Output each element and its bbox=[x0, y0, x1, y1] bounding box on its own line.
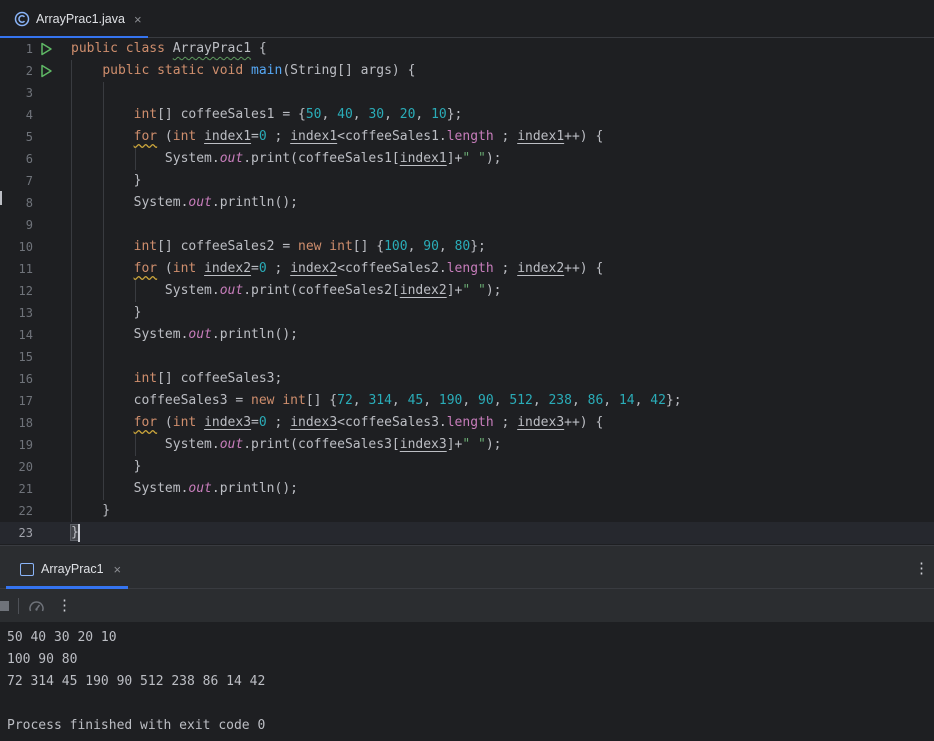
code-text: int[] coffeeSales2 = new int[] {100, 90,… bbox=[133, 239, 486, 254]
console-icon bbox=[20, 562, 34, 576]
run-class-icon[interactable] bbox=[39, 42, 53, 56]
line-number: 3 bbox=[25, 86, 33, 100]
code-text: } bbox=[71, 503, 111, 518]
code-text: System.out.print(coffeeSales1[index1]+" … bbox=[71, 151, 502, 166]
run-main-icon[interactable] bbox=[39, 64, 53, 78]
code-line: 1 public class ArrayPrac1 { bbox=[0, 38, 934, 60]
code-text: int[] coffeeSales1 = {50, 40, 30, 20, 10… bbox=[133, 107, 463, 122]
code-text: System.out.println(); bbox=[71, 327, 298, 342]
line-number: 8 bbox=[25, 196, 33, 210]
code-line: 9 bbox=[0, 214, 934, 236]
line-number: 23 bbox=[18, 526, 33, 540]
code-text: public static void main(String[] args) { bbox=[102, 63, 416, 78]
code-text: } bbox=[71, 173, 142, 188]
code-line: 15 bbox=[0, 346, 934, 368]
java-class-icon bbox=[14, 11, 30, 27]
console-exit-status: Process finished with exit code 0 bbox=[7, 718, 266, 733]
code-line: 17 coffeeSales3 = new int[] {72, 314, 45… bbox=[0, 390, 934, 412]
code-line: 20 } bbox=[0, 456, 934, 478]
code-line: 14 System.out.println(); bbox=[0, 324, 934, 346]
code-line: 21 System.out.println(); bbox=[0, 478, 934, 500]
code-text: public class ArrayPrac1 { bbox=[71, 41, 267, 56]
line-number: 15 bbox=[18, 350, 33, 364]
code-line: 7 } bbox=[0, 170, 934, 192]
code-line: 19 System.out.print(coffeeSales3[index3]… bbox=[0, 434, 934, 456]
line-number: 20 bbox=[18, 460, 33, 474]
line-number: 4 bbox=[25, 108, 33, 122]
editor-tab-arrayprac1-java[interactable]: ArrayPrac1.java × bbox=[0, 0, 148, 39]
editor-tab-bar: ArrayPrac1.java × bbox=[0, 0, 934, 39]
run-tab-label: ArrayPrac1 bbox=[41, 562, 104, 576]
line-number: 5 bbox=[25, 130, 33, 144]
code-line: 2 public static void main(String[] args)… bbox=[0, 60, 934, 82]
close-run-tab-icon[interactable]: × bbox=[114, 562, 122, 577]
code-line: 18 for (int index3=0 ; index3<coffeeSale… bbox=[0, 412, 934, 434]
close-tab-icon[interactable]: × bbox=[134, 12, 142, 27]
toolbar-more-icon[interactable]: ⋮ bbox=[57, 596, 72, 614]
code-text: System.out.print(coffeeSales3[index3]+" … bbox=[71, 437, 502, 452]
code-text: for (int index3=0 ; index3<coffeeSales3.… bbox=[133, 415, 604, 430]
code-text: System.out.print(coffeeSales2[index2]+" … bbox=[71, 283, 502, 298]
code-line: 13 } bbox=[0, 302, 934, 324]
line-number: 21 bbox=[18, 482, 33, 496]
console-line: 72 314 45 190 90 512 238 86 14 42 bbox=[7, 674, 266, 689]
code-line: 12 System.out.print(coffeeSales2[index2]… bbox=[0, 280, 934, 302]
console-line: 100 90 80 bbox=[7, 652, 78, 667]
code-text: coffeeSales3 = new int[] {72, 314, 45, 1… bbox=[71, 393, 682, 408]
text-caret bbox=[78, 524, 80, 542]
line-number: 1 bbox=[25, 42, 33, 56]
more-options-icon[interactable]: ⋮ bbox=[914, 561, 929, 577]
rerun-dashboard-icon[interactable] bbox=[28, 599, 45, 614]
line-number: 13 bbox=[18, 306, 33, 320]
run-toolbar: ⋮ bbox=[0, 589, 934, 623]
line-number: 14 bbox=[18, 328, 33, 342]
line-number: 17 bbox=[18, 394, 33, 408]
code-line: 4 int[] coffeeSales1 = {50, 40, 30, 20, … bbox=[0, 104, 934, 126]
line-number: 19 bbox=[18, 438, 33, 452]
line-number: 12 bbox=[18, 284, 33, 298]
line-number: 22 bbox=[18, 504, 33, 518]
code-line: 3 bbox=[0, 82, 934, 104]
run-tool-window-header: ArrayPrac1 × ⋮ bbox=[0, 549, 934, 589]
line-number: 16 bbox=[18, 372, 33, 386]
code-line: 10 int[] coffeeSales2 = new int[] {100, … bbox=[0, 236, 934, 258]
code-editor[interactable]: 1 public class ArrayPrac1 { 2 public sta… bbox=[0, 38, 934, 545]
line-number: 7 bbox=[25, 174, 33, 188]
line-number: 11 bbox=[18, 262, 33, 276]
code-line: 11 for (int index2=0 ; index2<coffeeSale… bbox=[0, 258, 934, 280]
toolbar-separator bbox=[18, 598, 19, 614]
editor-tab-label: ArrayPrac1.java bbox=[36, 12, 125, 26]
code-line: 16 int[] coffeeSales3; bbox=[0, 368, 934, 390]
code-text: System.out.println(); bbox=[71, 195, 298, 210]
code-line: 5 for (int index1=0 ; index1<coffeeSales… bbox=[0, 126, 934, 148]
code-line: 6 System.out.print(coffeeSales1[index1]+… bbox=[0, 148, 934, 170]
code-text: System.out.println(); bbox=[71, 481, 298, 496]
run-console-output[interactable]: 50 40 30 20 10 100 90 80 72 314 45 190 9… bbox=[0, 623, 934, 741]
line-number: 9 bbox=[25, 218, 33, 232]
stop-icon[interactable] bbox=[0, 601, 9, 611]
code-text: for (int index1=0 ; index1<coffeeSales1.… bbox=[133, 129, 604, 144]
console-line: 50 40 30 20 10 bbox=[7, 630, 117, 645]
line-number: 10 bbox=[18, 240, 33, 254]
code-line: 22 } bbox=[0, 500, 934, 522]
line-number: 6 bbox=[25, 152, 33, 166]
code-text: } bbox=[71, 305, 142, 320]
line-number: 18 bbox=[18, 416, 33, 430]
line-number: 2 bbox=[25, 64, 33, 78]
code-text: } bbox=[71, 459, 142, 474]
code-line-current: 23 } bbox=[0, 522, 934, 544]
code-text: for (int index2=0 ; index2<coffeeSales2.… bbox=[133, 261, 604, 276]
run-tab-arrayprac1[interactable]: ArrayPrac1 × bbox=[0, 549, 128, 589]
code-line: 8 System.out.println(); bbox=[0, 192, 934, 214]
code-text: int[] coffeeSales3; bbox=[133, 371, 283, 386]
